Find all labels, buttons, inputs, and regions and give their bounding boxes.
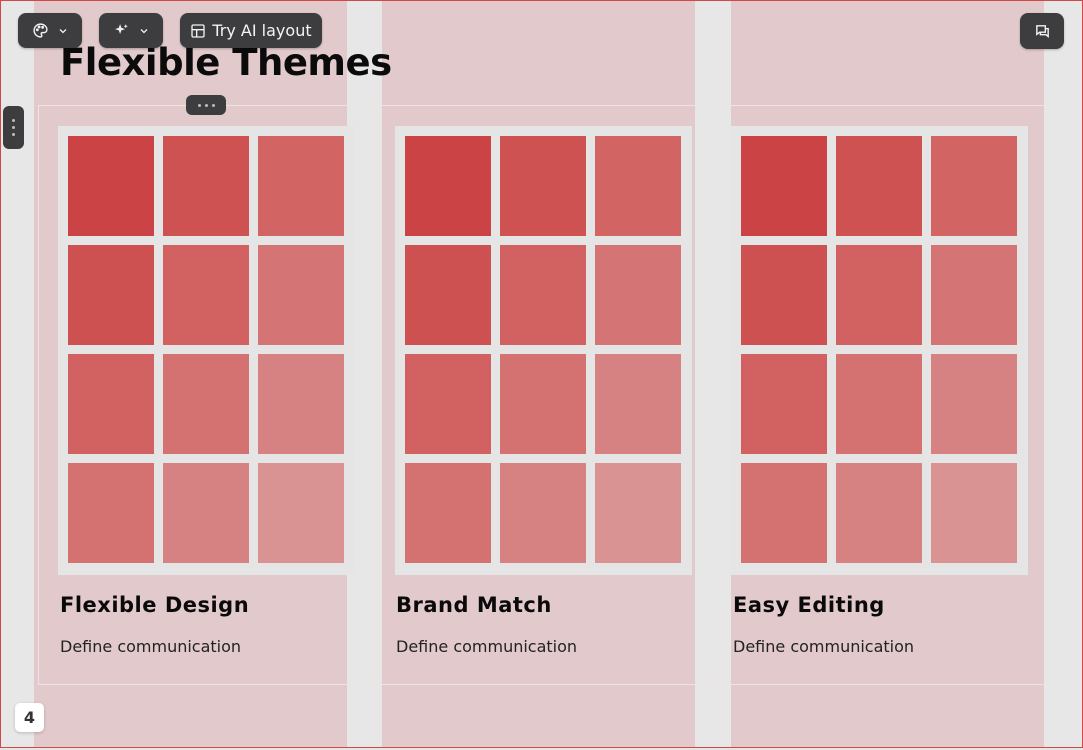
color-swatch bbox=[163, 136, 249, 236]
color-swatch bbox=[931, 136, 1017, 236]
color-swatch bbox=[258, 463, 344, 563]
chevron-down-icon bbox=[57, 25, 69, 37]
color-swatch bbox=[741, 354, 827, 454]
color-swatch bbox=[405, 245, 491, 345]
sparkle-icon bbox=[113, 22, 130, 39]
color-swatch bbox=[741, 136, 827, 236]
color-swatch bbox=[405, 463, 491, 563]
color-swatch bbox=[836, 245, 922, 345]
color-swatch bbox=[68, 136, 154, 236]
color-swatch bbox=[68, 463, 154, 563]
card-easy-editing[interactable]: Easy Editing Define communication bbox=[731, 126, 1028, 656]
card-title[interactable]: Easy Editing bbox=[733, 593, 1028, 617]
color-swatch bbox=[595, 245, 681, 345]
color-swatch bbox=[741, 245, 827, 345]
color-swatch bbox=[595, 136, 681, 236]
try-ai-layout-label: Try AI layout bbox=[212, 21, 312, 40]
color-swatch bbox=[258, 136, 344, 236]
card-brand-match[interactable]: Brand Match Define communication bbox=[395, 126, 692, 656]
palette-icon bbox=[32, 22, 49, 39]
drag-handle[interactable] bbox=[186, 95, 226, 115]
color-swatch bbox=[741, 463, 827, 563]
color-swatch bbox=[258, 354, 344, 454]
color-swatch bbox=[500, 245, 586, 345]
card-title[interactable]: Flexible Design bbox=[60, 593, 355, 617]
color-swatch bbox=[163, 245, 249, 345]
color-swatch bbox=[595, 354, 681, 454]
chevron-down-icon bbox=[138, 25, 150, 37]
layout-icon bbox=[190, 23, 206, 39]
color-swatch bbox=[500, 463, 586, 563]
cell-separator bbox=[712, 105, 713, 685]
card-description[interactable]: Define communication bbox=[60, 637, 355, 656]
swatch-grid bbox=[58, 126, 355, 575]
color-swatch bbox=[405, 136, 491, 236]
color-swatch bbox=[405, 354, 491, 454]
color-swatch bbox=[595, 463, 681, 563]
color-swatch bbox=[258, 245, 344, 345]
color-swatch bbox=[931, 245, 1017, 345]
slide-canvas: Flexible Themes Flexible Design Define c… bbox=[0, 0, 1083, 748]
comment-icon bbox=[1034, 23, 1051, 40]
swatch-grid bbox=[731, 126, 1028, 575]
color-swatch bbox=[500, 354, 586, 454]
color-swatch bbox=[836, 463, 922, 563]
card-title[interactable]: Brand Match bbox=[396, 593, 692, 617]
theme-button[interactable] bbox=[18, 13, 82, 48]
page-number[interactable]: 4 bbox=[15, 703, 44, 732]
color-swatch bbox=[931, 463, 1017, 563]
color-swatch bbox=[68, 245, 154, 345]
try-ai-layout-button[interactable]: Try AI layout bbox=[180, 13, 322, 48]
comment-button[interactable] bbox=[1020, 13, 1064, 49]
color-swatch bbox=[836, 136, 922, 236]
row-drag-handle[interactable] bbox=[3, 106, 24, 149]
ai-button[interactable] bbox=[99, 13, 163, 48]
color-swatch bbox=[163, 463, 249, 563]
card-description[interactable]: Define communication bbox=[733, 637, 1028, 656]
swatch-grid bbox=[395, 126, 692, 575]
color-swatch bbox=[163, 354, 249, 454]
card-description[interactable]: Define communication bbox=[396, 637, 692, 656]
color-swatch bbox=[68, 354, 154, 454]
color-swatch bbox=[931, 354, 1017, 454]
color-swatch bbox=[500, 136, 586, 236]
cell-separator bbox=[375, 105, 376, 685]
color-swatch bbox=[836, 354, 922, 454]
card-flexible-design[interactable]: Flexible Design Define communication bbox=[58, 126, 355, 656]
